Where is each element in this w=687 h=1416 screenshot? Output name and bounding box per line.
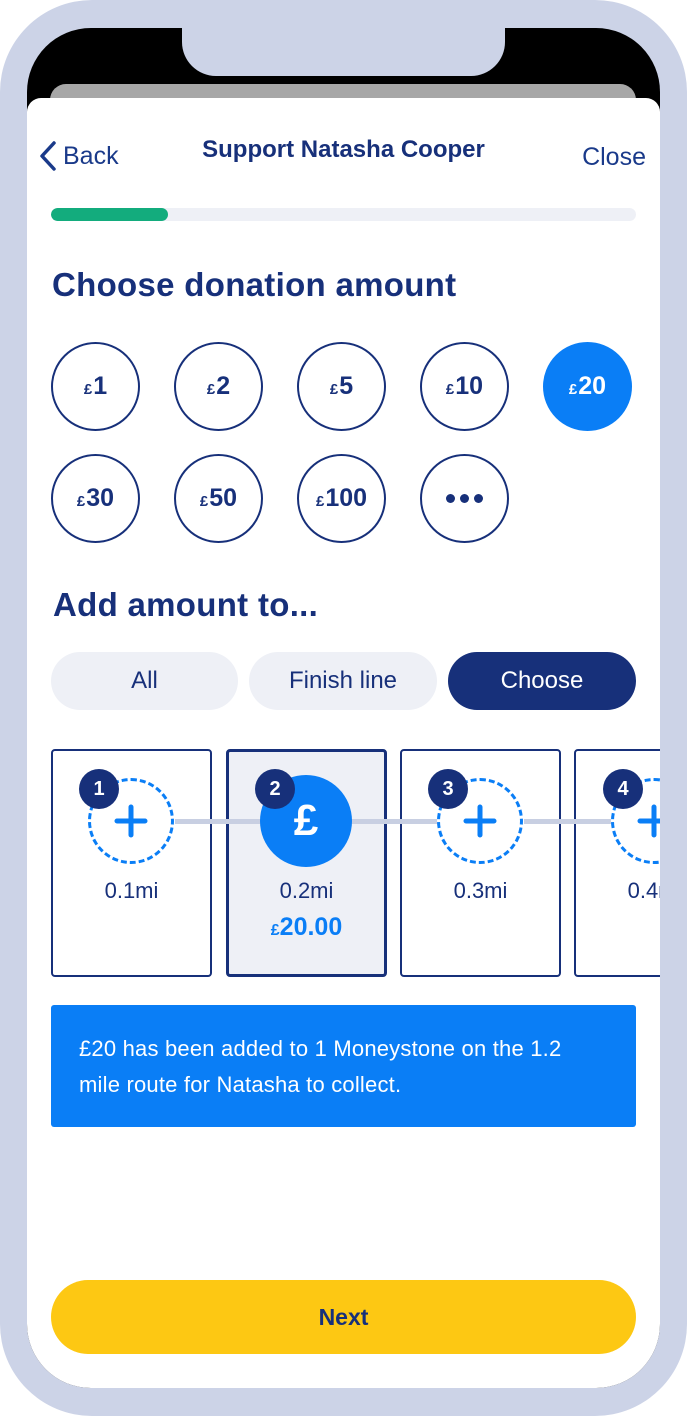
amount-button-100[interactable]: £100: [297, 454, 386, 543]
option-choose-button[interactable]: Choose: [448, 652, 636, 710]
confirmation-banner: £20 has been added to 1 Moneystone on th…: [51, 1005, 636, 1127]
checkpoint-distance: 0.2mi: [279, 878, 334, 903]
plus-icon: [114, 804, 148, 838]
checkpoint-carousel[interactable]: £ 1 2 3 4 0.1mi 0.2mi 0.3mi 0.4mi £20.00: [27, 747, 660, 979]
amount-value: 20.00: [279, 913, 343, 941]
checkpoint-number-badge: 3: [428, 769, 468, 809]
checkpoint-amount: £20.00: [226, 913, 387, 942]
amount-value: 10: [455, 372, 484, 400]
amount-button-50[interactable]: £50: [174, 454, 263, 543]
amount-value: 1: [93, 372, 108, 400]
amount-button-10[interactable]: £10: [420, 342, 509, 431]
amount-value: 5: [339, 372, 354, 400]
currency-symbol: £: [270, 922, 280, 939]
amount-value: 2: [216, 372, 231, 400]
checkpoint-number-badge: 4: [603, 769, 643, 809]
currency-symbol: £: [568, 380, 578, 398]
pound-icon: £: [293, 796, 319, 845]
checkpoint-distance: 0.1mi: [104, 878, 159, 903]
currency-symbol: £: [315, 492, 325, 510]
route-connector: [350, 819, 440, 824]
checkpoint-distance: 0.3mi: [453, 878, 508, 903]
amount-value: 20: [578, 372, 607, 400]
device-notch: [182, 28, 505, 76]
amount-value: 30: [86, 484, 115, 512]
next-button[interactable]: Next: [51, 1280, 636, 1354]
amount-button-30[interactable]: £30: [51, 454, 140, 543]
checkpoint-number-badge: 1: [79, 769, 119, 809]
checkpoint-number-badge: 2: [255, 769, 295, 809]
route-connector: [175, 819, 265, 824]
progress-bar: [51, 208, 636, 221]
plus-icon: [637, 804, 660, 838]
ellipsis-icon: [446, 494, 483, 503]
checkpoint-distance: 0.4mi: [627, 878, 660, 903]
plus-icon: [463, 804, 497, 838]
donation-heading: Choose donation amount: [52, 266, 457, 303]
close-button[interactable]: Close: [582, 143, 646, 172]
option-all-button[interactable]: All: [51, 652, 238, 710]
more-amounts-button[interactable]: [420, 454, 509, 543]
amount-button-1[interactable]: £1: [51, 342, 140, 431]
option-finish-line-button[interactable]: Finish line: [249, 652, 437, 710]
currency-symbol: £: [83, 380, 93, 398]
amount-value: 50: [209, 484, 238, 512]
currency-symbol: £: [199, 492, 209, 510]
amount-button-5[interactable]: £5: [297, 342, 386, 431]
currency-symbol: £: [329, 380, 339, 398]
amount-button-2[interactable]: £2: [174, 342, 263, 431]
progress-fill: [51, 208, 168, 221]
currency-symbol: £: [206, 380, 216, 398]
donation-screen: Back Support Natasha Cooper Close Choose…: [27, 98, 660, 1388]
currency-symbol: £: [76, 492, 86, 510]
currency-symbol: £: [445, 380, 455, 398]
page-title: Support Natasha Cooper: [202, 136, 485, 163]
amount-button-20[interactable]: £20: [543, 342, 632, 431]
add-amount-heading: Add amount to...: [53, 586, 319, 623]
amount-value: 100: [325, 484, 368, 512]
route-connector: [524, 819, 614, 824]
